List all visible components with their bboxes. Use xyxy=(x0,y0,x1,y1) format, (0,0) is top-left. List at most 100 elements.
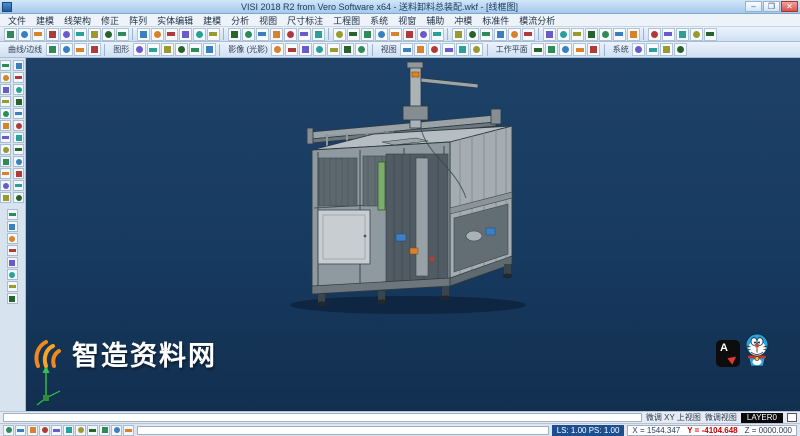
toolbar-icon[interactable] xyxy=(0,144,11,155)
menu-item[interactable]: 建模 xyxy=(31,14,59,27)
menu-item[interactable]: 阵列 xyxy=(124,14,152,27)
menu-item[interactable]: 分析 xyxy=(226,14,254,27)
toolbar-icon[interactable] xyxy=(480,28,493,41)
toolbar-icon[interactable] xyxy=(662,28,675,41)
toolbar-icon[interactable] xyxy=(431,28,444,41)
toolbar-icon[interactable] xyxy=(13,120,24,131)
toolbar-icon[interactable] xyxy=(27,425,38,436)
toolbar-icon[interactable] xyxy=(7,257,18,268)
toolbar-icon[interactable] xyxy=(704,28,717,41)
toolbar-icon[interactable] xyxy=(207,28,220,41)
toolbar-icon[interactable] xyxy=(557,28,570,41)
menu-item[interactable]: 冲模 xyxy=(449,14,477,27)
toolbar-icon[interactable] xyxy=(13,144,24,155)
toolbar-icon[interactable] xyxy=(389,28,402,41)
command-input[interactable] xyxy=(137,426,549,435)
toolbar-icon[interactable] xyxy=(285,43,298,56)
toolbar-icon[interactable] xyxy=(417,28,430,41)
toolbar-icon[interactable] xyxy=(46,28,59,41)
toolbar-icon[interactable] xyxy=(0,72,11,83)
toolbar-icon[interactable] xyxy=(0,96,11,107)
toolbar-icon[interactable] xyxy=(470,43,483,56)
menu-item[interactable]: 模流分析 xyxy=(514,14,560,27)
toolbar-icon[interactable] xyxy=(299,43,312,56)
toolbar-icon[interactable] xyxy=(400,43,413,56)
layer-color-chip[interactable] xyxy=(787,413,797,422)
toolbar-icon[interactable] xyxy=(137,28,150,41)
toolbar-icon[interactable] xyxy=(7,221,18,232)
toolbar-icon[interactable] xyxy=(46,43,59,56)
toolbar-icon[interactable] xyxy=(13,168,24,179)
toolbar-icon[interactable] xyxy=(179,28,192,41)
prompt-field[interactable] xyxy=(3,413,642,422)
toolbar-icon[interactable] xyxy=(660,43,673,56)
toolbar-icon[interactable] xyxy=(123,425,134,436)
toolbar-icon[interactable] xyxy=(13,132,24,143)
toolbar-icon[interactable] xyxy=(32,28,45,41)
toolbar-icon[interactable] xyxy=(573,43,586,56)
menu-item[interactable]: 系统 xyxy=(365,14,393,27)
toolbar-icon[interactable] xyxy=(375,28,388,41)
toolbar-icon[interactable] xyxy=(522,28,535,41)
toolbar-icon[interactable] xyxy=(7,293,18,304)
toolbar-icon[interactable] xyxy=(99,425,110,436)
toolbar-icon[interactable] xyxy=(13,96,24,107)
toolbar-icon[interactable] xyxy=(355,43,368,56)
toolbar-icon[interactable] xyxy=(7,209,18,220)
toolbar-icon[interactable] xyxy=(39,425,50,436)
view-hint-label[interactable]: 微调 XY 上视图 xyxy=(646,412,701,423)
toolbar-icon[interactable] xyxy=(7,245,18,256)
toolbar-icon[interactable] xyxy=(13,72,24,83)
toolbar-icon[interactable] xyxy=(15,425,26,436)
toolbar-icon[interactable] xyxy=(7,281,18,292)
toolbar-icon[interactable] xyxy=(403,28,416,41)
toolbar-icon[interactable] xyxy=(175,43,188,56)
toolbar-icon[interactable] xyxy=(676,28,689,41)
maximize-button[interactable]: ❐ xyxy=(763,1,780,12)
minimize-button[interactable]: – xyxy=(745,1,762,12)
toolbar-icon[interactable] xyxy=(361,28,374,41)
toolbar-icon[interactable] xyxy=(674,43,687,56)
toolbar-icon[interactable] xyxy=(456,43,469,56)
view-mode-label[interactable]: 微调视图 xyxy=(705,412,737,423)
toolbar-icon[interactable] xyxy=(165,28,178,41)
toolbar-icon[interactable] xyxy=(13,60,24,71)
viewport-3d[interactable]: 智造资料网 A xyxy=(26,58,800,411)
toolbar-icon[interactable] xyxy=(75,425,86,436)
toolbar-icon[interactable] xyxy=(18,28,31,41)
toolbar-icon[interactable] xyxy=(13,108,24,119)
toolbar-icon[interactable] xyxy=(690,28,703,41)
menu-item[interactable]: 文件 xyxy=(3,14,31,27)
menu-item[interactable]: 视窗 xyxy=(393,14,421,27)
toolbar-icon[interactable] xyxy=(7,269,18,280)
toolbar-icon[interactable] xyxy=(147,43,160,56)
toolbar-icon[interactable] xyxy=(333,28,346,41)
toolbar-icon[interactable] xyxy=(63,425,74,436)
toolbar-icon[interactable] xyxy=(545,43,558,56)
toolbar-icon[interactable] xyxy=(7,233,18,244)
toolbar-icon[interactable] xyxy=(74,43,87,56)
toolbar-icon[interactable] xyxy=(646,43,659,56)
toolbar-icon[interactable] xyxy=(151,28,164,41)
toolbar-icon[interactable] xyxy=(508,28,521,41)
toolbar-icon[interactable] xyxy=(599,28,612,41)
toolbar-icon[interactable] xyxy=(270,28,283,41)
toolbar-icon[interactable] xyxy=(559,43,572,56)
toolbar-icon[interactable] xyxy=(613,28,626,41)
menu-item[interactable]: 辅助 xyxy=(421,14,449,27)
toolbar-icon[interactable] xyxy=(88,28,101,41)
toolbar-icon[interactable] xyxy=(116,28,129,41)
toolbar-icon[interactable] xyxy=(327,43,340,56)
toolbar-icon[interactable] xyxy=(632,43,645,56)
toolbar-icon[interactable] xyxy=(0,180,11,191)
menu-item[interactable]: 线架构 xyxy=(59,14,96,27)
toolbar-icon[interactable] xyxy=(161,43,174,56)
menu-item[interactable]: 实体编辑 xyxy=(152,14,198,27)
toolbar-icon[interactable] xyxy=(74,28,87,41)
toolbar-icon[interactable] xyxy=(102,28,115,41)
menu-item[interactable]: 建模 xyxy=(198,14,226,27)
layer-indicator[interactable]: LAYER0 xyxy=(741,413,783,423)
toolbar-icon[interactable] xyxy=(189,43,202,56)
toolbar-icon[interactable] xyxy=(228,28,241,41)
menu-item[interactable]: 标准件 xyxy=(477,14,514,27)
